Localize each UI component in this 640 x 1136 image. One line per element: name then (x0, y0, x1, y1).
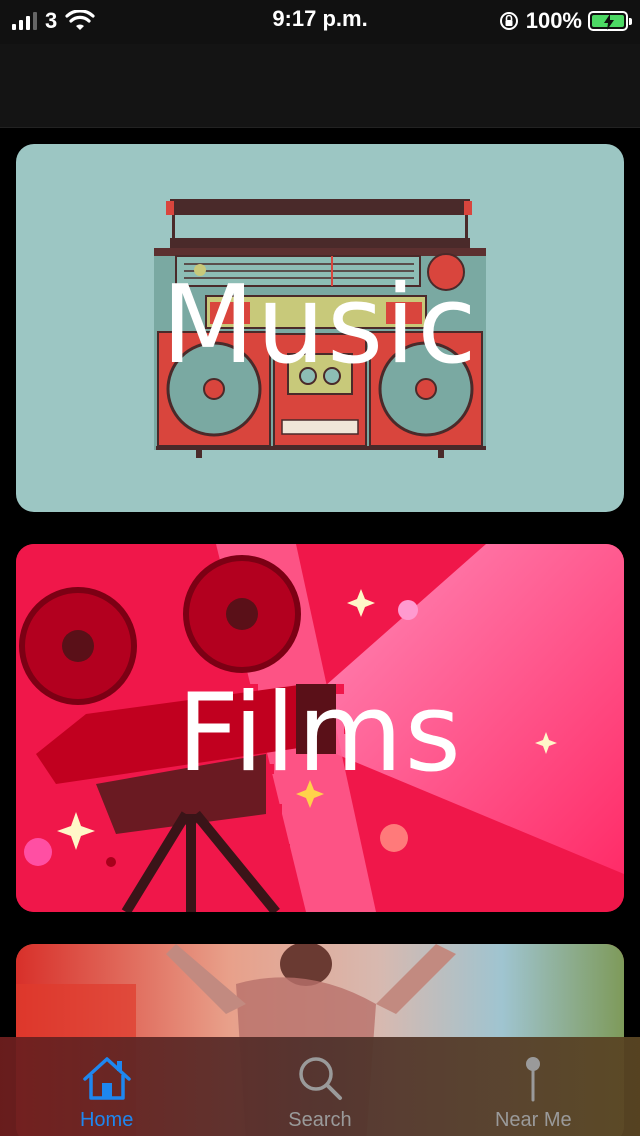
category-card-films[interactable]: Films (16, 544, 624, 912)
pin-icon (526, 1057, 541, 1102)
tab-label-search: Search (288, 1109, 352, 1131)
category-card-music[interactable]: Music (16, 144, 624, 512)
tab-near-me[interactable]: Near Me (427, 1037, 640, 1136)
home-icon (82, 1057, 131, 1100)
search-icon (299, 1057, 342, 1100)
tab-bar: Home Search Near Me (0, 1037, 640, 1136)
status-bar: 3 9:17 p.m. 100% (0, 0, 640, 44)
tab-search[interactable]: Search (213, 1037, 426, 1136)
navigation-bar (0, 44, 640, 128)
tab-label-near-me: Near Me (494, 1109, 572, 1131)
battery-icon (588, 11, 632, 31)
tab-label-home: Home (79, 1109, 134, 1131)
card-title-music: Music (161, 263, 479, 388)
card-title-films: Films (177, 671, 463, 796)
orientation-lock-icon (499, 12, 518, 30)
tab-home[interactable]: Home (0, 1037, 213, 1136)
battery-percent: 100% (525, 8, 582, 33)
status-right: 100% (498, 8, 632, 34)
